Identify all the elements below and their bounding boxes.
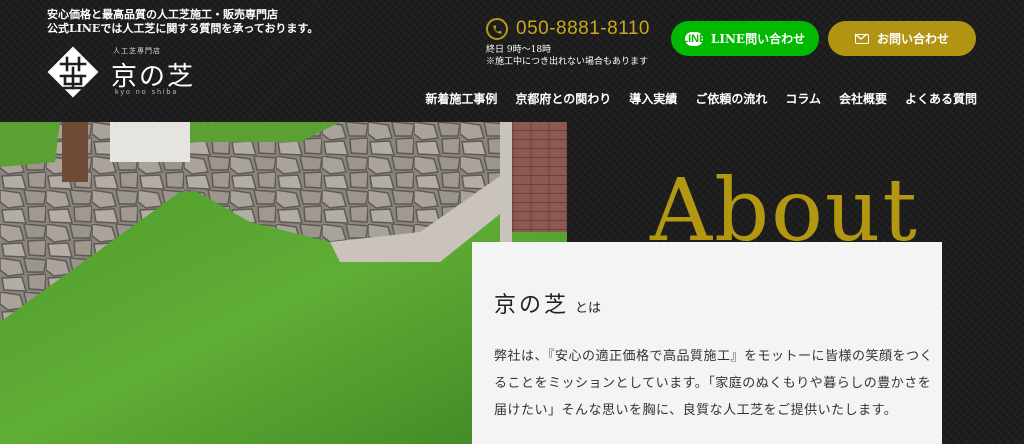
about-body: 弊社は、『安心の適正価格で高品質施工』をモットーに皆様の笑顔をつくることをミッシ… <box>494 349 934 418</box>
contact-info: 050-8881-8110 終日 9時〜18時 ※施工中につき出れない場合もあり… <box>486 18 666 68</box>
phone-row[interactable]: 050-8881-8110 <box>486 18 666 40</box>
phone-number[interactable]: 050-8881-8110 <box>516 18 650 40</box>
tagline-line-2: 公式LINEでは人工芝に関する質問を承っております。 <box>47 22 319 35</box>
nav-item-works[interactable]: 新着施工事例 <box>425 90 497 107</box>
nav-item-company[interactable]: 会社概要 <box>839 90 887 107</box>
about-brand-suffix: とは <box>575 301 602 316</box>
mail-icon <box>854 33 869 44</box>
logo-subtitle: 人工芝専門店 <box>113 47 161 55</box>
main-nav: 新着施工事例 京都府との関わり 導入実績 ご依頼の流れ コラム 会社概要 よくあ… <box>425 90 977 107</box>
tagline: 安心価格と最高品質の人工芝施工・販売専門店 公式LINEでは人工芝に関する質問を… <box>47 8 318 36</box>
logo-name: 京の芝 <box>111 62 196 92</box>
hours-note: ※施工中につき出れない場合もあります <box>486 57 649 67</box>
tagline-line-1: 安心価格と最高品質の人工芝施工・販売専門店 <box>47 8 278 21</box>
site-logo[interactable]: 人工芝専門店 京の芝 kyo no shiba <box>47 44 207 100</box>
hours-text: 終日 9時〜18時 <box>486 45 552 55</box>
nav-item-column[interactable]: コラム <box>785 90 821 107</box>
business-hours: 終日 9時〜18時 ※施工中につき出れない場合もあります <box>486 44 666 68</box>
mail-contact-label: お問い合わせ <box>876 32 949 46</box>
line-icon: LINE <box>681 31 707 46</box>
about-heading: 京の芝 とは <box>494 287 601 319</box>
site-header: 安心価格と最高品質の人工芝施工・販売専門店 公式LINEでは人工芝に関する質問を… <box>0 0 1024 122</box>
logo-mark-icon <box>47 46 99 98</box>
about-brand: 京の芝 <box>494 293 570 318</box>
mail-contact-button[interactable]: お問い合わせ <box>828 21 976 56</box>
nav-item-flow[interactable]: ご依頼の流れ <box>695 90 767 107</box>
logo-romaji: kyo no shiba <box>115 89 179 96</box>
nav-item-faq[interactable]: よくある質問 <box>905 90 977 107</box>
nav-item-results[interactable]: 導入実績 <box>629 90 677 107</box>
about-card: 京の芝 とは 弊社は、『安心の適正価格で高品質施工』をモットーに皆様の笑顔をつく… <box>472 242 942 444</box>
phone-icon <box>486 18 508 40</box>
nav-item-kyoto[interactable]: 京都府との関わり <box>515 90 611 107</box>
line-contact-label: LINE問い合わせ <box>710 32 806 46</box>
line-contact-button[interactable]: LINE LINE問い合わせ <box>671 21 819 56</box>
